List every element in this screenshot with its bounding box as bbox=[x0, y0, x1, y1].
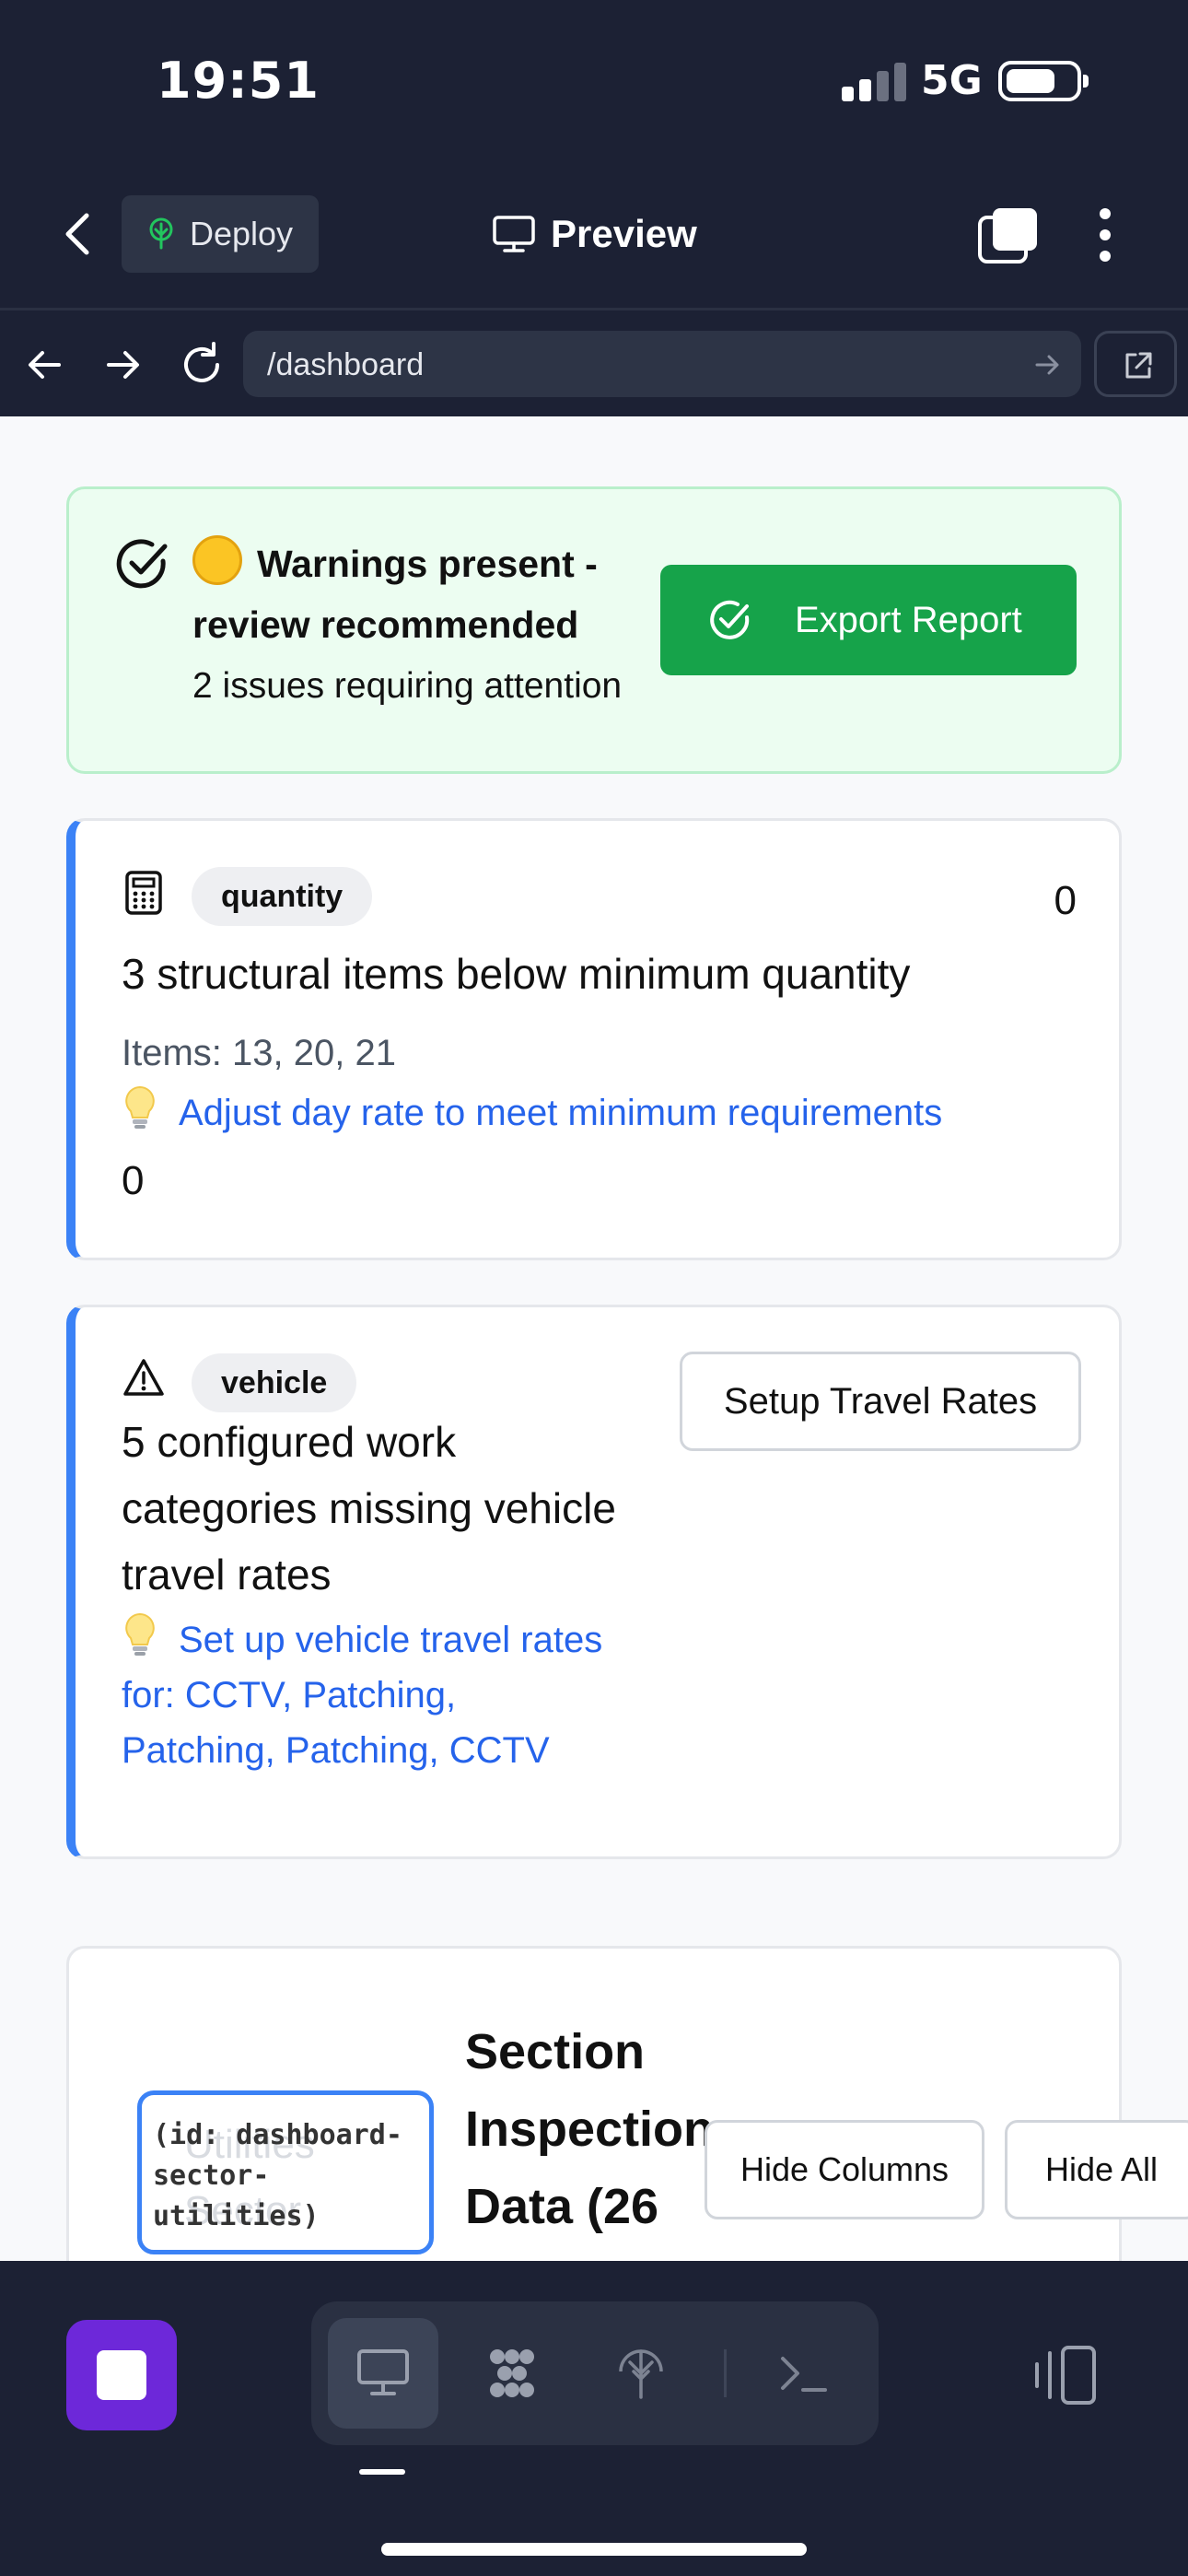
export-report-button[interactable]: Export Report bbox=[660, 565, 1077, 675]
issue-suggestion[interactable]: Set up vehicle travel rates for: CCTV, P… bbox=[122, 1611, 619, 1778]
issue-card-quantity: quantity 0 3 structural items below mini… bbox=[66, 818, 1122, 1260]
app-top-chrome: 19:51 5G Deploy Preview /dashboard bbox=[0, 0, 1188, 416]
bottom-toolbar bbox=[0, 2261, 1188, 2576]
issue-suggestion[interactable]: Adjust day rate to meet minimum requirem… bbox=[122, 1084, 942, 1141]
warning-triangle-icon bbox=[123, 1359, 164, 1396]
category-badge: vehicle bbox=[192, 1353, 357, 1412]
url-input[interactable]: /dashboard bbox=[243, 331, 1081, 397]
monitor-icon bbox=[493, 216, 535, 252]
issue-card-vehicle: vehicle Setup Travel Rates 5 configured … bbox=[66, 1305, 1122, 1859]
status-banner: Warnings present - review recommended 2 … bbox=[66, 486, 1122, 774]
reload-button[interactable] bbox=[177, 340, 227, 390]
stop-button[interactable] bbox=[66, 2320, 177, 2430]
terminal-icon bbox=[781, 2357, 827, 2392]
setup-travel-rates-button[interactable]: Setup Travel Rates bbox=[680, 1352, 1081, 1451]
calculator-icon bbox=[125, 871, 162, 915]
external-link-icon bbox=[1125, 352, 1152, 379]
lightbulb-icon bbox=[122, 1084, 158, 1130]
grid-blobs-icon bbox=[490, 2349, 534, 2397]
element-id-tag: Utilities Sector (id: dashboard-sector-u… bbox=[137, 2090, 434, 2254]
more-menu-button[interactable] bbox=[1087, 205, 1124, 265]
issue-message: 5 configured work categories missing veh… bbox=[122, 1418, 616, 1598]
export-report-label: Export Report bbox=[795, 599, 1022, 640]
go-arrow-icon[interactable] bbox=[1033, 351, 1061, 379]
deploy-label: Deploy bbox=[190, 215, 294, 252]
chevron-left-icon bbox=[65, 213, 89, 255]
signal-icon bbox=[842, 63, 906, 101]
battery-icon bbox=[998, 61, 1089, 101]
banner-title: Warnings present - review recommended bbox=[192, 543, 598, 646]
preview-tab[interactable]: Preview bbox=[492, 205, 697, 263]
url-bar-row: /dashboard bbox=[0, 308, 1188, 416]
check-circle-icon bbox=[710, 600, 750, 639]
tabs-icon bbox=[978, 208, 1037, 263]
home-indicator bbox=[381, 2543, 807, 2556]
active-view-indicator bbox=[359, 2469, 405, 2475]
status-time: 19:51 bbox=[157, 52, 320, 110]
back-button[interactable] bbox=[55, 206, 101, 262]
terminal-view-button[interactable] bbox=[748, 2318, 858, 2429]
deploy-icon bbox=[149, 217, 173, 250]
desktop-view-button[interactable] bbox=[328, 2318, 438, 2429]
device-split-icon bbox=[1035, 2346, 1096, 2405]
issue-count: 0 bbox=[1054, 878, 1077, 923]
category-badge: quantity bbox=[192, 867, 373, 926]
more-vertical-icon bbox=[1100, 208, 1111, 262]
tabs-button[interactable] bbox=[976, 205, 1041, 265]
element-id-text: (id: dashboard-sector-utilities) bbox=[153, 2119, 402, 2232]
suggestion-text: Set up vehicle travel rates for: CCTV, P… bbox=[122, 1620, 603, 1771]
suggestion-text: Adjust day rate to meet minimum requirem… bbox=[179, 1093, 943, 1133]
section-inspection-card: Section Inspection Data (26 Utilities Se… bbox=[66, 1946, 1188, 2261]
open-external-button[interactable] bbox=[1094, 331, 1177, 397]
preview-label: Preview bbox=[551, 212, 697, 255]
browser-back-button[interactable] bbox=[22, 342, 68, 388]
dashboard-content: Warnings present - review recommended 2 … bbox=[0, 416, 1188, 2261]
components-view-button[interactable] bbox=[457, 2318, 567, 2429]
arrow-right-icon bbox=[107, 351, 139, 379]
network-label: 5G bbox=[921, 57, 983, 104]
check-circle-icon bbox=[116, 539, 168, 589]
issue-message: 3 structural items below minimum quantit… bbox=[122, 950, 911, 998]
stop-icon bbox=[97, 2350, 146, 2400]
hide-all-button[interactable]: Hide All bbox=[1005, 2120, 1188, 2219]
deploy-tree-icon bbox=[619, 2349, 663, 2399]
deploy-button[interactable]: Deploy bbox=[122, 195, 319, 273]
deploy-view-button[interactable] bbox=[586, 2318, 696, 2429]
monitor-icon bbox=[357, 2349, 409, 2395]
reload-icon bbox=[184, 342, 219, 382]
hide-columns-button[interactable]: Hide Columns bbox=[705, 2120, 984, 2219]
url-text: /dashboard bbox=[267, 347, 425, 382]
banner-subtitle: 2 issues requiring attention bbox=[192, 666, 623, 706]
arrow-left-icon bbox=[29, 351, 61, 379]
device-toggle-button[interactable] bbox=[1030, 2342, 1100, 2408]
toolbar-divider bbox=[724, 2349, 727, 2397]
section-title: Section Inspection Data (26 bbox=[465, 2024, 715, 2234]
lightbulb-icon bbox=[122, 1611, 158, 1657]
issue-items: Items: 13, 20, 21 bbox=[122, 1033, 396, 1073]
issue-footer-value: 0 bbox=[122, 1158, 145, 1203]
view-switcher bbox=[311, 2301, 879, 2445]
browser-forward-button[interactable] bbox=[99, 342, 146, 388]
